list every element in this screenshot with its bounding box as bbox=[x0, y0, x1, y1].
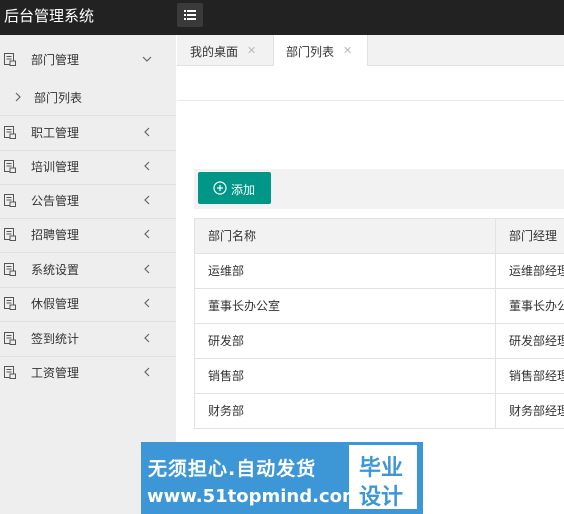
cell-department-name: 运维部 bbox=[208, 264, 245, 278]
tab-department-list[interactable]: 部门列表 ✕ bbox=[273, 35, 368, 66]
document-icon bbox=[4, 228, 16, 241]
sidebar-subitem-department-list[interactable]: 部门列表 bbox=[0, 80, 176, 114]
cell-department-name: 董事长办公室 bbox=[208, 299, 281, 313]
sidebar-item-department[interactable]: 部门管理 bbox=[0, 43, 176, 77]
sidebar-item-notice[interactable]: 公告管理 bbox=[0, 184, 176, 219]
banner-slogan: 无须担心.自动发货 bbox=[148, 458, 317, 480]
cell-department-manager: 董事长办公 bbox=[509, 299, 564, 313]
table-row[interactable]: 研发部 研发部经理 bbox=[195, 324, 564, 359]
chevron-left-icon bbox=[144, 333, 150, 343]
sidebar-item-label: 休假管理 bbox=[31, 297, 80, 311]
sidebar-item-attendance[interactable]: 签到统计 bbox=[0, 322, 176, 357]
tab-label: 我的桌面 bbox=[190, 45, 239, 59]
document-icon bbox=[4, 53, 16, 66]
menu-toggle-button[interactable] bbox=[177, 3, 203, 27]
plus-circle-icon bbox=[213, 181, 227, 195]
sidebar-item-training[interactable]: 培训管理 bbox=[0, 150, 176, 185]
cell-department-name: 研发部 bbox=[208, 334, 245, 348]
chevron-left-icon bbox=[144, 127, 150, 137]
chevron-left-icon bbox=[144, 195, 150, 205]
banner-badge: 毕业 设计 bbox=[349, 445, 417, 510]
sidebar-item-settings[interactable]: 系统设置 bbox=[0, 253, 176, 288]
document-icon bbox=[4, 160, 16, 173]
banner-url: www.51topmind.com bbox=[147, 486, 361, 507]
column-header-department-name: 部门名称 bbox=[208, 229, 257, 243]
sidebar-subitem-label: 部门列表 bbox=[34, 91, 83, 105]
table-header-row: 部门名称 部门经理 bbox=[195, 219, 564, 254]
sidebar-item-label: 职工管理 bbox=[31, 126, 80, 140]
chevron-down-icon bbox=[142, 56, 152, 62]
sidebar-item-label: 部门管理 bbox=[31, 53, 80, 67]
cell-department-manager: 研发部经理 bbox=[509, 334, 564, 348]
sidebar-item-label: 招聘管理 bbox=[31, 228, 80, 242]
sidebar-item-label: 系统设置 bbox=[31, 263, 80, 277]
document-icon bbox=[4, 297, 16, 310]
tab-my-desktop[interactable]: 我的桌面 ✕ bbox=[177, 35, 272, 65]
column-divider bbox=[495, 219, 496, 253]
chevron-left-icon bbox=[144, 298, 150, 308]
document-icon bbox=[4, 366, 16, 379]
table-row[interactable]: 销售部 销售部经理 bbox=[195, 359, 564, 394]
banner-badge-line2: 设计 bbox=[359, 485, 404, 510]
chevron-left-icon bbox=[144, 367, 150, 377]
add-button[interactable]: 添加 bbox=[198, 172, 271, 204]
table-row[interactable]: 财务部 财务部经理 bbox=[195, 394, 564, 429]
sidebar-item-salary[interactable]: 工资管理 bbox=[0, 356, 176, 390]
banner-badge-line1: 毕业 bbox=[359, 456, 404, 481]
sidebar-item-staff[interactable]: 职工管理 bbox=[0, 115, 176, 151]
column-divider bbox=[495, 289, 496, 323]
column-divider bbox=[495, 394, 496, 428]
app-title: 后台管理系统 bbox=[4, 7, 95, 25]
cell-department-name: 财务部 bbox=[208, 404, 245, 418]
cell-department-name: 销售部 bbox=[208, 369, 245, 383]
sidebar-item-leave[interactable]: 休假管理 bbox=[0, 287, 176, 322]
chevron-left-icon bbox=[144, 161, 150, 171]
sidebar-item-label: 签到统计 bbox=[31, 332, 80, 346]
document-icon bbox=[4, 126, 16, 139]
top-bar: 后台管理系统 bbox=[0, 0, 564, 35]
tab-label: 部门列表 bbox=[286, 45, 335, 59]
chevron-right-icon bbox=[15, 92, 21, 102]
cell-department-manager: 运维部经理 bbox=[509, 264, 564, 278]
column-divider bbox=[495, 254, 496, 288]
column-divider bbox=[495, 359, 496, 393]
document-icon bbox=[4, 332, 16, 345]
chevron-left-icon bbox=[144, 229, 150, 239]
watermark-banner: 无须担心.自动发货 www.51topmind.com 毕业 设计 bbox=[141, 442, 423, 514]
content-divider bbox=[177, 100, 564, 101]
table-row[interactable]: 运维部 运维部经理 bbox=[195, 254, 564, 289]
column-header-department-manager: 部门经理 bbox=[509, 229, 558, 243]
tab-bar: 我的桌面 ✕ 部门列表 ✕ bbox=[177, 35, 564, 66]
menu-icon bbox=[184, 10, 196, 20]
sidebar-item-label: 培训管理 bbox=[31, 160, 80, 174]
cell-department-manager: 财务部经理 bbox=[509, 404, 564, 418]
sidebar-item-label: 公告管理 bbox=[31, 194, 80, 208]
add-button-label: 添加 bbox=[231, 183, 256, 197]
chevron-left-icon bbox=[144, 264, 150, 274]
cell-department-manager: 销售部经理 bbox=[509, 369, 564, 383]
column-divider bbox=[495, 324, 496, 358]
close-icon[interactable]: ✕ bbox=[343, 45, 352, 56]
table-row[interactable]: 董事长办公室 董事长办公 bbox=[195, 289, 564, 324]
sidebar-item-label: 工资管理 bbox=[31, 366, 80, 380]
sidebar-item-recruit[interactable]: 招聘管理 bbox=[0, 218, 176, 253]
department-table: 部门名称 部门经理 运维部 运维部经理 董事长办公室 董事长办公 研发部 研发部… bbox=[194, 218, 564, 429]
document-icon bbox=[4, 194, 16, 207]
document-icon bbox=[4, 263, 16, 276]
close-icon[interactable]: ✕ bbox=[247, 45, 256, 56]
